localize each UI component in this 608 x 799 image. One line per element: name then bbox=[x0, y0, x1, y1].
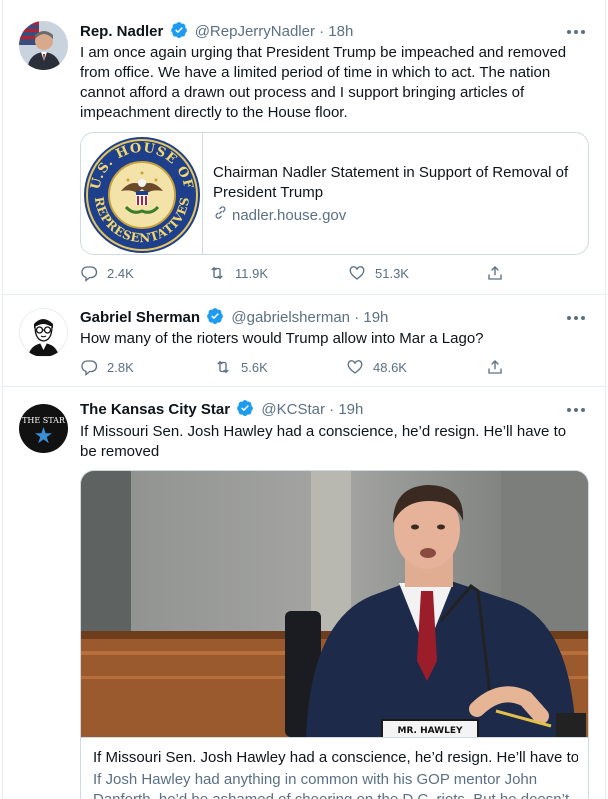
more-options-icon[interactable] bbox=[565, 24, 587, 40]
timestamp[interactable]: · 19h bbox=[354, 309, 388, 326]
link-card[interactable]: U.S. HOUSE OF REPRESENTATIVES Chairman N… bbox=[80, 132, 589, 255]
handle[interactable]: @KCStar bbox=[261, 401, 325, 418]
tweet-text: I am once again urging that President Tr… bbox=[80, 44, 567, 121]
like-button[interactable]: 48.6K bbox=[346, 358, 407, 376]
card-description: If Josh Hawley had anything in common wi… bbox=[93, 771, 573, 799]
tweet-actions: 2.8K 5.6K 48.6K bbox=[80, 358, 520, 378]
tweet-text: How many of the rioters would Trump allo… bbox=[80, 330, 484, 347]
share-icon bbox=[488, 360, 502, 374]
tweet-kcstar[interactable]: THE STAR The Kansas City Star @KCStar · … bbox=[3, 387, 605, 799]
reply-button[interactable]: 2.8K bbox=[80, 358, 134, 376]
avatar-text: THE STAR bbox=[22, 416, 66, 425]
more-options-icon[interactable] bbox=[565, 310, 587, 326]
card-title: Chairman Nadler Statement in Support of … bbox=[213, 164, 569, 201]
reply-count: 2.8K bbox=[107, 359, 134, 375]
tweet-header: The Kansas City Star @KCStar · 19h bbox=[80, 399, 363, 423]
more-options-icon[interactable] bbox=[565, 402, 587, 418]
retweet-count: 5.6K bbox=[241, 359, 268, 375]
share-button[interactable] bbox=[486, 264, 513, 282]
retweet-icon bbox=[217, 360, 229, 374]
reply-button[interactable]: 2.4K bbox=[80, 264, 134, 282]
retweet-button[interactable]: 5.6K bbox=[214, 358, 268, 376]
reply-icon bbox=[81, 360, 98, 376]
card-domain: nadler.house.gov bbox=[213, 205, 578, 226]
avatar[interactable] bbox=[19, 308, 68, 357]
tweet-text: If Missouri Sen. Josh Hawley had a consc… bbox=[80, 423, 567, 460]
verified-badge-icon bbox=[206, 307, 224, 331]
like-button[interactable]: 51.3K bbox=[348, 264, 409, 282]
link-card[interactable]: MR. HAWLEY If Missouri Sen. Josh Hawley … bbox=[80, 470, 589, 799]
heart-icon bbox=[347, 360, 363, 374]
house-seal-image: U.S. HOUSE OF REPRESENTATIVES bbox=[84, 137, 200, 253]
timestamp[interactable]: · 19h bbox=[329, 401, 363, 418]
tweet-header: Rep. Nadler @RepJerryNadler · 18h bbox=[80, 21, 353, 45]
timestamp[interactable]: · 18h bbox=[319, 23, 353, 40]
tweet-header: Gabriel Sherman @gabrielsherman · 19h bbox=[80, 307, 388, 331]
verified-badge-icon bbox=[170, 21, 188, 45]
display-name[interactable]: The Kansas City Star bbox=[80, 401, 230, 418]
card-image: U.S. HOUSE OF REPRESENTATIVES bbox=[81, 133, 203, 254]
share-icon bbox=[488, 266, 502, 280]
retweet-button[interactable]: 11.9K bbox=[208, 264, 268, 282]
handle[interactable]: @gabrielsherman bbox=[231, 309, 350, 326]
tweet-actions: 2.4K 11.9K 51.3K bbox=[80, 264, 520, 284]
like-count: 51.3K bbox=[375, 265, 409, 281]
retweet-icon bbox=[211, 266, 223, 280]
like-count: 48.6K bbox=[373, 359, 407, 375]
link-icon bbox=[213, 205, 228, 226]
heart-icon bbox=[349, 266, 365, 280]
display-name[interactable]: Rep. Nadler bbox=[80, 23, 163, 40]
reply-count: 2.4K bbox=[107, 265, 134, 281]
share-button[interactable] bbox=[486, 358, 513, 376]
avatar[interactable]: THE STAR bbox=[19, 404, 68, 453]
display-name[interactable]: Gabriel Sherman bbox=[80, 309, 200, 326]
retweet-count: 11.9K bbox=[235, 265, 269, 281]
avatar[interactable] bbox=[19, 21, 68, 70]
card-domain-text: nadler.house.gov bbox=[232, 206, 347, 224]
card-title: If Missouri Sen. Josh Hawley had a consc… bbox=[93, 749, 578, 766]
timeline: Rep. Nadler @RepJerryNadler · 18h I am o… bbox=[2, 0, 606, 799]
handle[interactable]: @RepJerryNadler bbox=[195, 23, 315, 40]
tweet-nadler[interactable]: Rep. Nadler @RepJerryNadler · 18h I am o… bbox=[3, 0, 605, 295]
tweet-sherman[interactable]: Gabriel Sherman @gabrielsherman · 19h Ho… bbox=[3, 295, 605, 387]
verified-badge-icon bbox=[236, 399, 254, 423]
hawley-photo: MR. HAWLEY bbox=[81, 471, 588, 737]
card-image: MR. HAWLEY bbox=[81, 471, 588, 737]
reply-icon bbox=[81, 266, 98, 282]
nameplate-text: MR. HAWLEY bbox=[397, 726, 463, 736]
